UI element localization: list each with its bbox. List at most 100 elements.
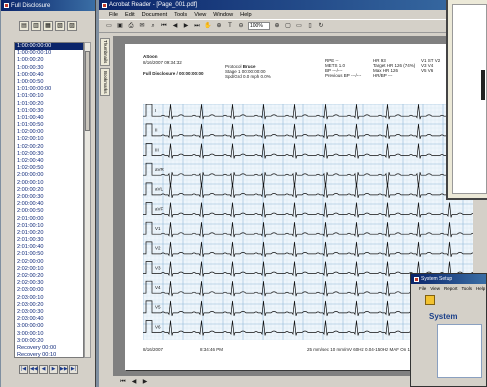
tab-bookmarks[interactable]: Bookmarks bbox=[100, 68, 110, 96]
zoom-out-icon[interactable]: ⊖ bbox=[237, 22, 245, 30]
scrollbar-thumb[interactable] bbox=[85, 51, 90, 131]
time-list-item[interactable]: 3:00:00:10 bbox=[15, 331, 83, 338]
background-window-scrollbar[interactable] bbox=[481, 70, 485, 100]
time-list-item[interactable]: 2:01:00:20 bbox=[15, 230, 83, 237]
time-list-item[interactable]: 2:02:00:20 bbox=[15, 273, 83, 280]
zoom-in-icon[interactable]: ⊕ bbox=[273, 22, 281, 30]
first-page-icon[interactable]: ⏮ bbox=[119, 378, 127, 386]
fit-width-icon[interactable]: ▭ bbox=[295, 22, 303, 30]
background-window[interactable] bbox=[446, 0, 487, 200]
next-page-icon[interactable]: ▶ bbox=[182, 22, 190, 30]
menu-window[interactable]: Window bbox=[213, 12, 233, 18]
time-list-item[interactable]: 1:00:00:00:10 bbox=[15, 50, 83, 57]
time-list-item[interactable]: 2:00:00:20 bbox=[15, 187, 83, 194]
menu-document[interactable]: Document bbox=[142, 12, 168, 18]
time-list-item[interactable]: 1:02:00:00 bbox=[15, 129, 83, 136]
time-list-item[interactable]: 1:00:00:50 bbox=[15, 79, 83, 86]
prev-page-icon[interactable]: ◀◀ bbox=[29, 365, 38, 374]
save-icon[interactable]: ▣ bbox=[116, 22, 124, 30]
time-list-item[interactable]: 2:03:00:20 bbox=[15, 302, 83, 309]
zoom-tool-icon[interactable]: ⊕ bbox=[215, 22, 223, 30]
popup-menu-help[interactable]: Help bbox=[476, 286, 485, 291]
time-list-item[interactable]: 1:02:00:30 bbox=[15, 151, 83, 158]
time-list-scrollbar[interactable] bbox=[84, 42, 91, 358]
save-icon[interactable]: ▧ bbox=[55, 21, 65, 31]
time-list-item[interactable]: 1:01:00:20 bbox=[15, 101, 83, 108]
time-list-item[interactable]: 2:01:00:10 bbox=[15, 223, 83, 230]
time-list-item[interactable]: 2:00:00:50 bbox=[15, 208, 83, 215]
email-icon[interactable]: ✉ bbox=[138, 22, 146, 30]
next-icon[interactable]: ▶ bbox=[49, 365, 58, 374]
popup-menu-view[interactable]: View bbox=[430, 286, 440, 291]
time-list-item[interactable]: 1:02:00:20 bbox=[15, 144, 83, 151]
time-list-item[interactable]: 2:02:00:10 bbox=[15, 266, 83, 273]
time-list-item[interactable]: 1:02:00:10 bbox=[15, 136, 83, 143]
system-setup-titlebar[interactable]: System Setup bbox=[411, 274, 486, 284]
first-page-icon[interactable]: ⏮ bbox=[160, 22, 168, 30]
time-list-item[interactable]: 2:03:00:40 bbox=[15, 316, 83, 323]
rotate-icon[interactable]: ↻ bbox=[317, 22, 325, 30]
hand-tool-icon[interactable]: ✋ bbox=[204, 22, 212, 30]
menu-view[interactable]: View bbox=[194, 12, 206, 18]
folder-icon[interactable] bbox=[425, 295, 435, 305]
menu-edit[interactable]: Edit bbox=[125, 12, 135, 18]
popup-menu-file[interactable]: File bbox=[419, 286, 426, 291]
last-page-icon[interactable]: ⏭ bbox=[193, 22, 201, 30]
find-icon[interactable]: ⌕ bbox=[149, 22, 157, 30]
time-list-item[interactable]: 1:01:00:00:00 bbox=[15, 86, 83, 93]
time-list-item[interactable]: 1:01:00:40 bbox=[15, 115, 83, 122]
time-list-item[interactable]: 2:03:00:30 bbox=[15, 309, 83, 316]
time-list-item[interactable]: 1:00:00:00:00 bbox=[15, 43, 83, 51]
open-icon[interactable]: ▭ bbox=[105, 22, 113, 30]
next-page-icon[interactable]: ▶▶ bbox=[59, 365, 68, 374]
prev-page-icon[interactable]: ◀ bbox=[130, 378, 138, 386]
print-icon[interactable]: ▦ bbox=[43, 21, 53, 31]
menu-tools[interactable]: Tools bbox=[174, 12, 187, 18]
export-icon[interactable]: ▨ bbox=[67, 21, 77, 31]
first-page-icon[interactable]: |◀ bbox=[19, 365, 28, 374]
time-list-item[interactable]: 2:01:00:30 bbox=[15, 237, 83, 244]
time-list-item[interactable]: 2:03:00:10 bbox=[15, 295, 83, 302]
time-list-item[interactable]: 2:00:00:10 bbox=[15, 180, 83, 187]
time-list-item[interactable]: 2:01:00:00 bbox=[15, 216, 83, 223]
tab-thumbnails[interactable]: Thumbnails bbox=[100, 38, 110, 66]
prev-icon[interactable]: ◀ bbox=[39, 365, 48, 374]
time-list-item[interactable]: 2:00:00:30 bbox=[15, 194, 83, 201]
time-list-item[interactable]: 2:01:00:40 bbox=[15, 244, 83, 251]
time-list-item[interactable]: 1:01:00:30 bbox=[15, 108, 83, 115]
acrobat-titlebar[interactable]: Acrobat Reader - [Page_001.pdf] bbox=[99, 0, 487, 10]
time-list-item[interactable]: 1:02:00:40 bbox=[15, 158, 83, 165]
popup-menu-tools[interactable]: Tools bbox=[461, 286, 472, 291]
menu-help[interactable]: Help bbox=[240, 12, 252, 18]
time-list-item[interactable]: 2:01:00:50 bbox=[15, 251, 83, 258]
full-disclosure-titlebar[interactable]: Full Disclosure bbox=[1, 0, 95, 11]
time-list-item[interactable]: 1:00:00:40 bbox=[15, 72, 83, 79]
next-page-icon[interactable]: ▶ bbox=[141, 378, 149, 386]
time-list-item[interactable]: 2:02:00:30 bbox=[15, 280, 83, 287]
zoom-level-field[interactable]: 100% bbox=[248, 22, 270, 30]
open-icon[interactable]: ▥ bbox=[31, 21, 41, 31]
time-list-item[interactable]: 1:00:00:20 bbox=[15, 57, 83, 64]
menu-file[interactable]: File bbox=[109, 12, 118, 18]
popup-menu-report[interactable]: Report bbox=[444, 286, 458, 291]
prev-page-icon[interactable]: ◀ bbox=[171, 22, 179, 30]
time-list-item[interactable]: 1:01:00:50 bbox=[15, 122, 83, 129]
time-list-item[interactable]: Recovery 00:00 bbox=[15, 345, 83, 352]
time-list-item[interactable]: 2:00:00:40 bbox=[15, 201, 83, 208]
time-list-item[interactable]: Recovery 00:10 bbox=[15, 352, 83, 357]
time-list-item[interactable]: 3:00:00:00 bbox=[15, 323, 83, 330]
actual-size-icon[interactable]: ▯ bbox=[306, 22, 314, 30]
time-list-item[interactable]: 2:00:00:00 bbox=[15, 172, 83, 179]
last-page-icon[interactable]: ▶| bbox=[69, 365, 78, 374]
time-list-item[interactable]: 1:01:00:10 bbox=[15, 93, 83, 100]
time-list-item[interactable]: 2:02:00:00 bbox=[15, 259, 83, 266]
print-icon[interactable]: ⎙ bbox=[127, 22, 135, 30]
time-list-item[interactable]: 1:00:00:30 bbox=[15, 65, 83, 72]
text-select-icon[interactable]: T bbox=[226, 22, 234, 30]
system-setup-window[interactable]: System Setup File View Report Tools Help Sys… bbox=[410, 273, 487, 387]
time-list-item[interactable]: 3:00:00:20 bbox=[15, 338, 83, 345]
time-list-item[interactable]: 1:02:00:50 bbox=[15, 165, 83, 172]
time-list[interactable]: 1:00:00:00:00 1:00:00:00:10 1:00:00:20 1:00… bbox=[14, 42, 84, 358]
folder-icon[interactable]: ▤ bbox=[19, 21, 29, 31]
time-list-item[interactable]: 2:03:00:00 bbox=[15, 287, 83, 294]
